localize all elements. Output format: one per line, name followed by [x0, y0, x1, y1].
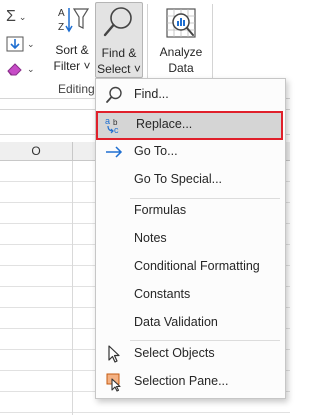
sort-filter-label-2: Filter ˅ — [53, 59, 91, 73]
cursor-icon — [108, 345, 120, 363]
find-select-menu: Find... a c b Replace... Go To... Go To … — [95, 78, 286, 399]
eraser-icon — [7, 63, 22, 76]
analyze-label-2: Data — [168, 61, 194, 75]
menu-item-label: Replace... — [136, 117, 193, 131]
svg-text:A: A — [58, 8, 65, 19]
menu-item-label: Conditional Formatting — [134, 259, 260, 273]
menu-item-constants[interactable]: Constants — [96, 282, 285, 308]
menu-item-formulas[interactable]: Formulas — [96, 198, 285, 224]
menu-item-label: Go To... — [134, 144, 178, 158]
chevron-down-icon: ⌄ — [18, 11, 27, 22]
magnifier-icon — [103, 7, 132, 37]
search-icon — [106, 86, 122, 103]
sort-filter-icon: A Z — [58, 8, 90, 33]
chevron-down-icon: ⌄ — [27, 63, 35, 74]
menu-item-find[interactable]: Find... — [96, 82, 285, 108]
menu-item-label: Data Validation — [134, 315, 218, 329]
find-select-label-1: Find & — [101, 46, 137, 60]
editing-group-label: Editing — [58, 82, 95, 96]
find-select-button[interactable]: Find & Select ˅ — [95, 2, 143, 78]
autosum-button[interactable]: Σ ⌄ — [6, 6, 46, 28]
sort-filter-button[interactable]: A Z Sort & Filter ˅ — [50, 4, 94, 74]
menu-item-label: Formulas — [134, 203, 187, 217]
menu-item-select-objects[interactable]: Select Objects — [96, 341, 285, 367]
menu-item-label: Constants — [134, 287, 191, 301]
fill-down-icon — [6, 36, 24, 52]
analyze-label-1: Analyze — [159, 45, 203, 59]
analyze-data-button[interactable]: Analyze Data — [158, 4, 204, 75]
selection-pane-icon — [106, 373, 121, 392]
menu-item-go-to-special[interactable]: Go To Special... — [96, 167, 285, 193]
menu-item-label: Notes — [134, 231, 167, 245]
menu-item-label: Go To Special... — [134, 172, 223, 186]
menu-item-notes[interactable]: Notes — [96, 226, 285, 252]
sigma-icon: Σ — [6, 8, 16, 25]
fill-button[interactable]: ⌄ — [6, 33, 46, 55]
analyze-data-icon — [166, 8, 196, 38]
menu-item-data-validation[interactable]: Data Validation — [96, 310, 285, 336]
column-header-o[interactable]: O — [0, 142, 73, 160]
svg-text:a: a — [105, 116, 110, 126]
menu-item-label: Select Objects — [134, 346, 215, 360]
arrow-right-icon — [106, 146, 123, 158]
find-select-label-2: Select ˅ — [97, 62, 141, 76]
menu-item-selection-pane[interactable]: Selection Pane... — [96, 369, 285, 395]
sort-filter-label-1: Sort & — [55, 43, 89, 57]
replace-icon: a c b — [105, 116, 119, 135]
menu-item-go-to[interactable]: Go To... — [96, 139, 285, 165]
chevron-down-icon: ⌄ — [27, 38, 35, 49]
svg-text:Z: Z — [58, 22, 64, 33]
svg-text:b: b — [113, 118, 118, 127]
clear-button[interactable]: ⌄ — [6, 58, 46, 80]
menu-item-conditional-formatting[interactable]: Conditional Formatting — [96, 254, 285, 280]
menu-item-replace[interactable]: a c b Replace... — [96, 111, 283, 140]
menu-item-label: Selection Pane... — [134, 374, 229, 388]
menu-item-label: Find... — [134, 87, 169, 101]
